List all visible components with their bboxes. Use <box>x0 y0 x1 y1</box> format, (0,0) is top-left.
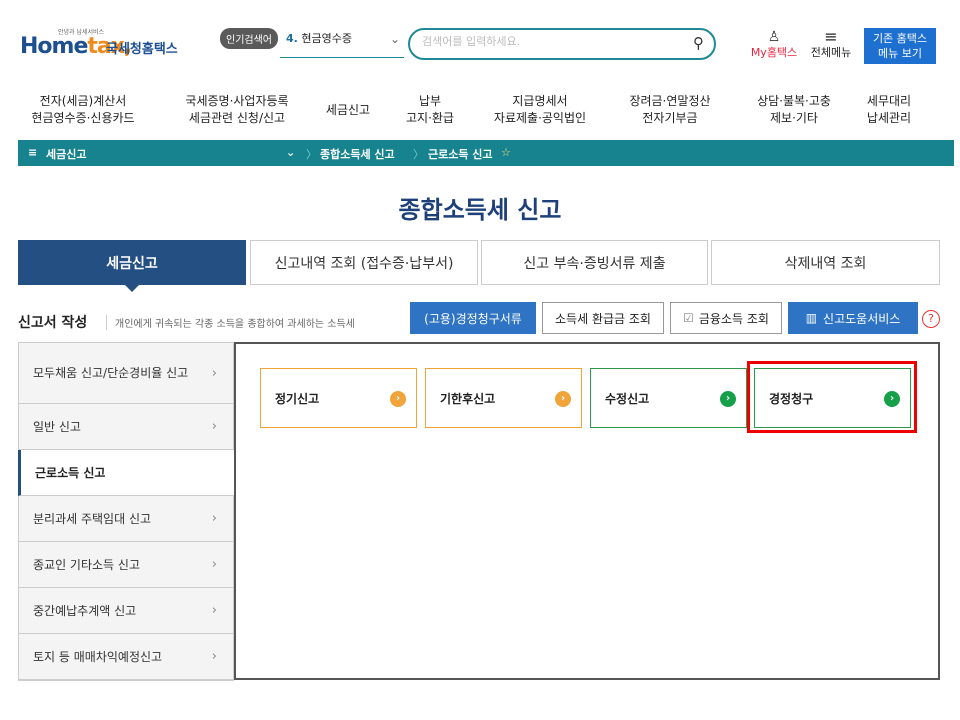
sidebar-item-interim[interactable]: 중간예납추계액 신고 › <box>18 588 234 634</box>
sidebar-item-label: 분리과세 주택임대 신고 <box>33 512 152 526</box>
header: 안녕과 납세서비스 Hometax, 국세청홈택스 인기검색어 4. 현금영수증… <box>0 0 960 82</box>
search-box: ⚲ <box>408 28 716 60</box>
page-title: 종합소득세 신고 <box>398 196 562 224</box>
tab-deleted-history[interactable]: 삭제내역 조회 <box>711 240 940 285</box>
checkbox-icon: ☑ <box>683 311 694 325</box>
logo-korean: 국세청홈택스 <box>106 42 178 57</box>
old-hometax-line1: 기존 홈택스 <box>872 32 928 45</box>
gnb-item-incentive[interactable]: 장려금·연말정산 전자기부금 <box>608 82 732 138</box>
popular-item-number: 4. <box>286 32 298 45</box>
gnb-item-agent[interactable]: 세무대리 납세관리 <box>856 82 922 138</box>
section-description: 개인에게 귀속되는 각종 소득을 종합하여 과세하는 소득세 <box>106 315 355 330</box>
gnb-item-einvoice[interactable]: 전자(세금)계산서 현금영수증·신용카드 <box>0 82 166 138</box>
all-menu-button[interactable]: ≡ 전체메뉴 <box>808 27 854 60</box>
tab-attach-docs[interactable]: 신고 부속·증빙서류 제출 <box>481 240 708 285</box>
highlight-box <box>747 361 917 433</box>
amended-filing-card[interactable]: 수정신고 › <box>590 368 747 428</box>
sidebar-item-label: 중간예납추계액 신고 <box>33 604 137 618</box>
hamburger-icon: ≡ <box>824 27 838 46</box>
sidebar-item-land-sale[interactable]: 토지 등 매매차익예정신고 › <box>18 634 234 680</box>
chevron-right-icon: › <box>211 556 217 572</box>
chevron-down-icon[interactable]: ⌄ <box>286 146 295 159</box>
late-filing-card[interactable]: 기한후신고 › <box>425 368 582 428</box>
tab-filing-history[interactable]: 신고내역 조회 (접수증·납부서) <box>250 240 478 285</box>
filing-help-label: 신고도움서비스 <box>823 311 901 326</box>
book-icon: ▥ <box>805 311 818 325</box>
chevron-down-icon: ⌄ <box>389 32 400 46</box>
gnb-item-certificate[interactable]: 국세증명·사업자등록 세금관련 신청/신고 <box>166 82 308 138</box>
sidebar-item-label: 모두채움 신고/단순경비율 신고 <box>33 365 189 380</box>
gnb-item-statement[interactable]: 지급명세서 자료제출·공익법인 <box>472 82 608 138</box>
tab-tax-filing[interactable]: 세금신고 <box>18 240 246 292</box>
chevron-right-icon: › <box>211 602 217 618</box>
popular-item-text: 현금영수증 <box>301 32 352 45</box>
arrow-right-icon: › <box>720 391 736 407</box>
employment-claim-button[interactable]: (고용)경정청구서류 <box>410 302 536 334</box>
sidebar-item-label: 일반 신고 <box>33 420 81 434</box>
sidebar-item-earned-income[interactable]: 근로소득 신고 <box>18 450 234 496</box>
regular-filing-card[interactable]: 정기신고 › <box>260 368 417 428</box>
sidebar-item-rental[interactable]: 분리과세 주택임대 신고 › <box>18 496 234 542</box>
sidebar-item-religious[interactable]: 종교인 기타소득 신고 › <box>18 542 234 588</box>
card-label: 기한후신고 <box>440 391 496 406</box>
gnb-item-payment[interactable]: 납부 고지·환급 <box>388 82 472 138</box>
finance-income-button[interactable]: ☑ 금융소득 조회 <box>670 302 782 334</box>
gnb-item-consult[interactable]: 상담·불복·고충 제보·기타 <box>732 82 856 138</box>
popular-search-label: 인기검색어 <box>220 28 278 49</box>
search-icon[interactable]: ⚲ <box>693 34 704 52</box>
finance-income-label: 금융소득 조회 <box>698 311 769 326</box>
popular-search-dropdown[interactable]: 4. 현금영수증 ⌄ <box>280 30 404 58</box>
sidebar-item-label: 토지 등 매매차익예정신고 <box>33 650 163 664</box>
hometax-logo[interactable]: 안녕과 납세서비스 Hometax, 국세청홈택스 <box>18 24 188 64</box>
sidebar-item-prefilled[interactable]: 모두채움 신고/단순경비율 신고 › <box>18 342 234 404</box>
breadcrumb-separator: 〉 <box>413 148 424 161</box>
breadcrumb-level2[interactable]: 종합소득세 신고 <box>320 146 395 162</box>
global-nav: 전자(세금)계산서 현금영수증·신용카드 국세증명·사업자등록 세금관련 신청/신고… <box>0 82 960 138</box>
chevron-right-icon: › <box>211 418 217 434</box>
arrow-right-icon: › <box>390 391 406 407</box>
sidebar-item-general[interactable]: 일반 신고 › <box>18 404 234 450</box>
card-label: 정기신고 <box>275 391 320 406</box>
divider <box>18 680 234 681</box>
sidebar-item-label: 근로소득 신고 <box>35 466 106 480</box>
sidebar: 모두채움 신고/단순경비율 신고 › 일반 신고 › 근로소득 신고 분리과세 주택… <box>18 342 234 680</box>
breadcrumb-level3[interactable]: 근로소득 신고 <box>428 146 493 162</box>
card-label: 수정신고 <box>605 391 650 406</box>
chevron-right-icon: › <box>211 648 217 664</box>
breadcrumb-menu-icon[interactable]: ≡ <box>28 146 37 159</box>
gnb-item-tax-filing[interactable]: 세금신고 <box>308 82 388 138</box>
user-icon: ♙ <box>767 29 781 45</box>
my-hometax-label: My홈택스 <box>750 46 798 59</box>
help-icon[interactable]: ? <box>922 310 940 328</box>
breadcrumb-root[interactable]: 세금신고 <box>46 146 86 162</box>
old-hometax-line2: 메뉴 보기 <box>878 47 922 60</box>
breadcrumb-separator: 〉 <box>306 148 317 161</box>
old-hometax-button[interactable]: 기존 홈택스 메뉴 보기 <box>864 28 936 64</box>
section-title: 신고서 작성 <box>18 315 88 331</box>
breadcrumb: ≡ 세금신고 ⌄ 〉 종합소득세 신고 〉 근로소득 신고 ☆ <box>18 140 954 166</box>
arrow-right-icon: › <box>555 391 571 407</box>
refund-inquiry-button[interactable]: 소득세 환급금 조회 <box>542 302 664 334</box>
all-menu-label: 전체메뉴 <box>810 46 852 59</box>
filing-help-button[interactable]: ▥ 신고도움서비스 <box>788 302 918 334</box>
search-input[interactable] <box>422 35 672 48</box>
tab-bar: 세금신고 신고내역 조회 (접수증·납부서) 신고 부속·증빙서류 제출 삭제내… <box>18 240 940 292</box>
star-icon[interactable]: ☆ <box>501 146 511 159</box>
sidebar-item-label: 종교인 기타소득 신고 <box>33 558 140 572</box>
my-hometax-button[interactable]: ♙ My홈택스 <box>748 30 800 60</box>
chevron-right-icon: › <box>211 510 217 526</box>
chevron-right-icon: › <box>211 366 217 381</box>
